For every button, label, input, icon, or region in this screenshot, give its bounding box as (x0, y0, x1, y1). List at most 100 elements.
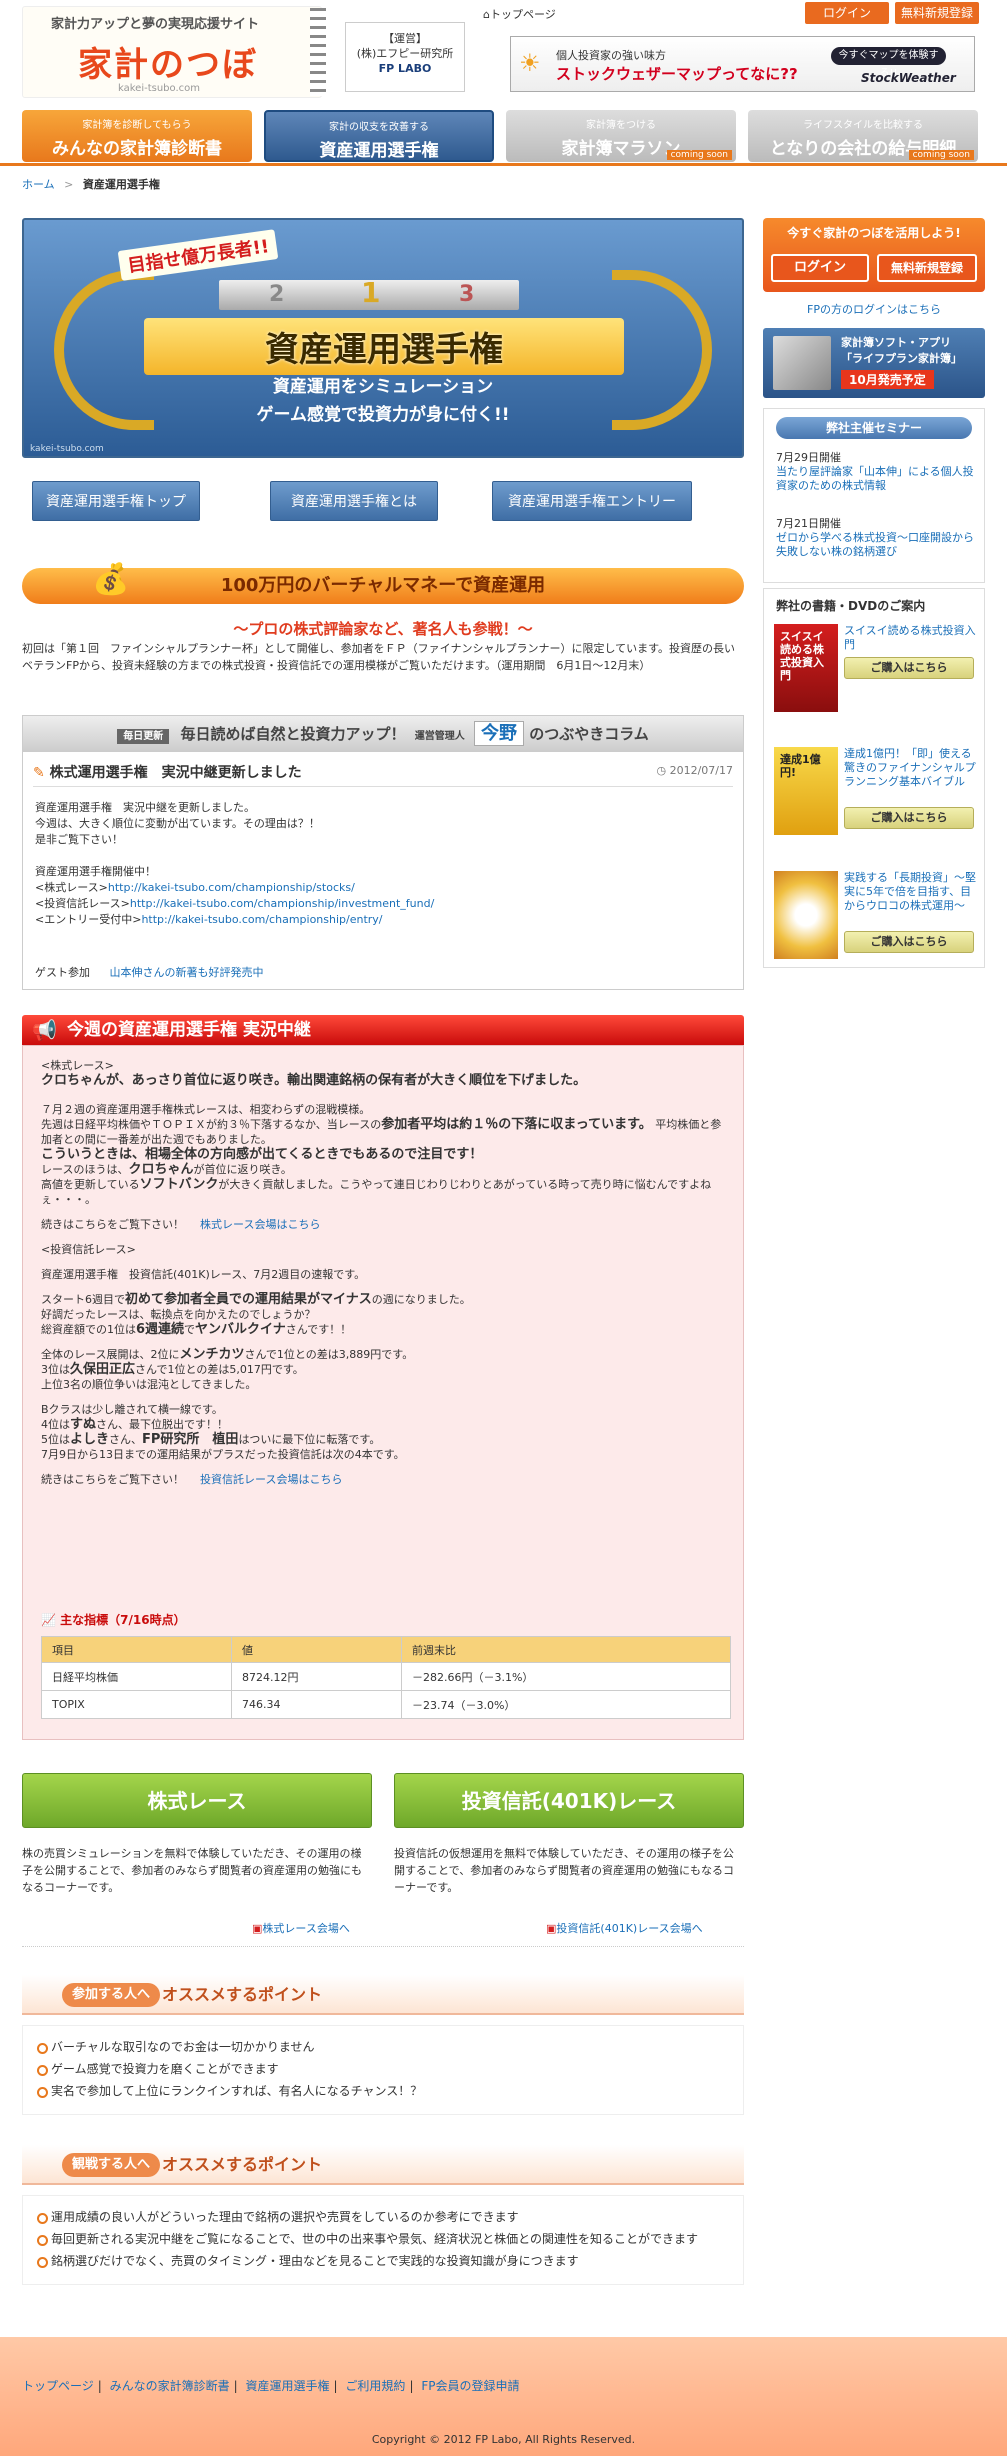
sponsor-label: 【運営】 (383, 32, 427, 45)
entry-url-link[interactable]: http://kakei-tsubo.com/championship/entr… (141, 913, 382, 926)
text: 4位は (41, 1418, 70, 1431)
stock-url-link[interactable]: http://kakei-tsubo.com/championship/stoc… (108, 881, 355, 894)
text: 6週連続 (136, 1322, 185, 1337)
nav-tab-marathon[interactable]: 家計簿をつける 家計簿マラソン coming soon (506, 110, 736, 162)
header-register-button[interactable]: 無料新規登録 (895, 2, 979, 24)
software-box-icon (773, 336, 831, 390)
book-cover[interactable]: 達成1億円! (774, 747, 838, 835)
buy-button[interactable]: ご購入はこちら (844, 931, 974, 953)
book-title[interactable]: スイスイ読める株式投資入門 (844, 624, 979, 652)
text: の週になりました。 (371, 1293, 471, 1306)
fund-url-link[interactable]: http://kakei-tsubo.com/championship/inve… (130, 897, 434, 910)
text: 3位は (41, 1363, 70, 1376)
text: 高値を更新している (41, 1178, 140, 1191)
podium-first: 1 (361, 276, 381, 309)
live-paragraph: Bクラスは少し離されて横一線です。 4位はすぬさん、最下位脱出です！！ 5位はよ… (41, 1402, 731, 1462)
breadcrumb: ホーム > 資産運用選手権 (22, 176, 160, 192)
footer-link-championship[interactable]: 資産運用選手権 (246, 2379, 330, 2393)
fp-login-link[interactable]: FPの方のログインはこちら (763, 301, 985, 317)
buy-button[interactable]: ご購入はこちら (844, 807, 974, 829)
subnav-top[interactable]: 資産運用選手権トップ (32, 481, 200, 521)
fund-race-desc: 投資信託の仮想運用を無料で体験していただき、その運用の様子を公開することで、参加… (394, 1847, 735, 1894)
column-body: 資産運用選手権 実況中継を更新しました。 今週は、大きく順位に変動が出ています。… (35, 800, 735, 928)
live-box: <株式レース> クロちゃんが、あっさり首位に返り咲き。輸出関連銘柄の保有者が大き… (22, 1045, 744, 1740)
guest-link[interactable]: 山本伸さんの新著も好評発売中 (110, 966, 264, 979)
site-logo[interactable]: 家計力アップと夢の実現応援サイト 家計のつぼ kakei-tsubo.com (22, 6, 322, 98)
header-login-button[interactable]: ログイン (805, 2, 889, 24)
column-box: 毎日更新 毎日読めば自然と投資力アップ！ 運営管理人 今野 のつぶやきコラム ✎… (22, 715, 744, 990)
top-page-link[interactable]: ⌂トップページ (483, 6, 556, 22)
podium-third: 3 (459, 282, 475, 307)
text: はついに最下位に転落です。 (238, 1433, 381, 1446)
guest-label: ゲスト参加 (35, 966, 90, 979)
virtual-money-banner: 💰 100万円のバーチャルマネーで資産運用 (22, 562, 744, 604)
text: 上位3名の順位争いは混沌としてきました。 (41, 1378, 257, 1391)
stock-race-link[interactable]: 株式レース会場はこちら (200, 1218, 320, 1231)
column-divider (33, 786, 733, 787)
seminar-link[interactable]: 当たり屋評論家「山本伸」による個人投資家のための株式情報 (776, 465, 976, 493)
fund-race-button[interactable]: 投資信託(401K)レース (394, 1773, 744, 1828)
text: よしき (70, 1432, 110, 1447)
stock-race-button[interactable]: 株式レース (22, 1773, 372, 1828)
list-item: ゲーム感覚で投資力を磨くことができます (37, 2058, 729, 2080)
stock-race-venue-link[interactable]: ▣株式レース会場へ (252, 1920, 350, 1936)
entry-label: <エントリー受付中> (35, 913, 142, 926)
text: さんです！！ (285, 1323, 352, 1336)
list-item: バーチャルな取引なのでお金は一切かかりません (37, 2036, 729, 2058)
sidebar-login-button[interactable]: ログイン (771, 254, 869, 282)
footer-link-terms[interactable]: ご利用規約 (345, 2379, 405, 2393)
table-header-row: 項目 値 前週末比 (41, 1636, 731, 1663)
nav-tab-championship[interactable]: 家計の収支を改善する 資産運用選手権 (264, 110, 494, 162)
breadcrumb-home[interactable]: ホーム (22, 178, 55, 191)
app-release: 10月発売予定 (841, 370, 934, 389)
text: すぬ (70, 1417, 97, 1432)
text: ソフトバンク (139, 1177, 219, 1192)
sidebar-register-button[interactable]: 無料新規登録 (877, 254, 977, 282)
fund-race-venue-link[interactable]: ▣投資信託(401K)レース会場へ (546, 1920, 703, 1936)
weather-icon: ☀ (519, 49, 541, 77)
sponsor-box[interactable]: 【運営】 (株)エフピー研究所 FP LABO (345, 22, 465, 92)
dvd-cover[interactable] (774, 871, 838, 959)
footer-link-fp-register[interactable]: FP会員の登録申請 (421, 2379, 519, 2393)
ad-try-button[interactable]: 今すぐマップを体験する!! (831, 47, 946, 79)
seminar-link[interactable]: ゼロから学べる株式投資～口座開設から失敗しない株の銘柄選び (776, 531, 976, 559)
fund-race-tag: <投資信託レース> (41, 1243, 136, 1256)
pencil-icon: ✎ (33, 765, 45, 781)
text: 総資産額での1位は (41, 1323, 136, 1336)
column-post-title[interactable]: ✎ 株式運用選手権 実況中継更新しました (33, 762, 302, 782)
hero-url: kakei-tsubo.com (30, 444, 104, 454)
column-header: 値 (231, 1636, 402, 1663)
subnav-entry[interactable]: 資産運用選手権エントリー (492, 481, 692, 521)
column-spacer (35, 848, 735, 864)
divider (22, 1946, 744, 1947)
column-link-row: <株式レース>http://kakei-tsubo.com/championsh… (35, 880, 735, 896)
stockweather-ad-banner[interactable]: ☀ 個人投資家の強い味方 ストックウェザーマップってなに?? 今すぐマップを体験… (510, 36, 975, 92)
text: ７月２週の資産運用選手権株式レースは、相変わらずの混戦模様。 (41, 1103, 371, 1116)
book-title[interactable]: 実践する「長期投資」～堅実に5年で倍を目指す、目からウロコの株式運用～ (844, 871, 979, 913)
book-cover[interactable]: スイスイ読める株式投資入門 (774, 624, 838, 712)
index-table: 項目 値 前週末比 日経平均株価 8724.12円 －282.66円（－3.1%… (41, 1636, 731, 1719)
subnav-about[interactable]: 資産運用選手権とは (270, 481, 438, 521)
seminar-heading: 弊社主催セミナー (776, 417, 972, 439)
column-header: 毎日更新 毎日読めば自然と投資力アップ！ 運営管理人 今野 のつぶやきコラム (23, 716, 743, 752)
buy-button[interactable]: ご購入はこちら (844, 657, 974, 679)
text: こういうときは、相場全体の方向感が出てくるときでもあるので注目です！ (41, 1147, 483, 1162)
table-row: TOPIX 746.34 －23.74（－3.0%） (41, 1690, 731, 1719)
text: 続きはこちらをご覧下さい！ (41, 1218, 184, 1231)
stock-race-tag: <株式レース> (41, 1059, 114, 1072)
nav-tab-salary[interactable]: ライフスタイルを比較する となりの会社の給与明細 coming soon (748, 110, 978, 162)
book-title[interactable]: 達成1億円！「即」使える驚きのファイナンシャルプランニング基本バイブル (844, 747, 979, 789)
nav-tab-diagnosis[interactable]: 家計簿を診断してもらう みんなの家計簿診断書 (22, 110, 252, 162)
text: さんで1位との差は3,889円です。 (244, 1348, 414, 1361)
stock-race-desc: 株の売買シミュレーションを無料で体験していただき、その運用の様子を公開することで… (22, 1847, 363, 1894)
table-row: 日経平均株価 8724.12円 －282.66円（－3.1%） (41, 1662, 731, 1691)
ad-line1: 個人投資家の強い味方 (556, 49, 666, 62)
app-promo-banner[interactable]: 家計簿ソフト・アプリ 「ライフプラン家計簿」 10月発売予定 (763, 328, 985, 398)
footer-link-top[interactable]: トップページ (22, 2379, 94, 2393)
podium-icon: 2 1 3 (219, 276, 519, 310)
fund-race-link[interactable]: 投資信託レース会場はこちら (200, 1473, 342, 1486)
text: で (184, 1323, 196, 1336)
sep: | (97, 2379, 102, 2393)
footer-link-diagnosis[interactable]: みんなの家計簿診断書 (110, 2379, 230, 2393)
column-link-row: <エントリー受付中>http://kakei-tsubo.com/champio… (35, 912, 735, 928)
